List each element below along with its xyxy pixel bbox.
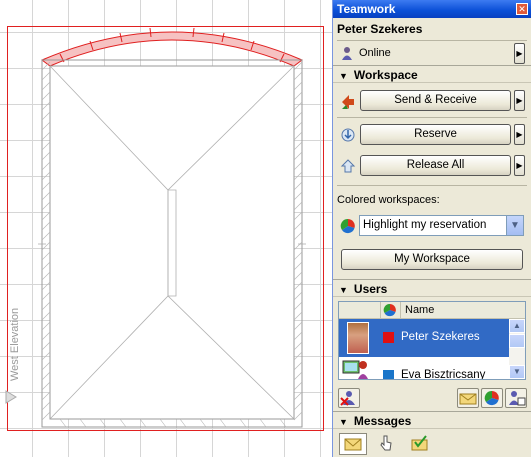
hand-pointer-icon [380, 435, 392, 451]
arch-top [41, 31, 303, 67]
reserve-icon [340, 127, 356, 143]
user-row[interactable]: Eva Bisztricsany [339, 357, 511, 380]
colored-workspaces-label: Colored workspaces: [337, 194, 440, 206]
scroll-down-icon[interactable]: ▼ [509, 365, 525, 379]
user-color-swatch [383, 332, 394, 343]
name-column-header[interactable]: Name [401, 302, 525, 319]
remove-user-button[interactable] [338, 388, 360, 408]
color-column-header[interactable] [381, 302, 401, 319]
close-icon[interactable]: ✕ [516, 3, 528, 15]
user-name: Peter Szekeres [337, 22, 423, 36]
status-menu-button[interactable]: ▶ [514, 43, 525, 64]
send-receive-menu-button[interactable]: ▶ [514, 90, 525, 111]
color-wheel-icon [340, 218, 356, 234]
reserve-button[interactable]: Reserve [360, 124, 511, 145]
user-avatar [342, 359, 370, 379]
chevron-down-icon[interactable]: ▼ [506, 216, 523, 235]
reserve-menu-button[interactable]: ▶ [514, 124, 525, 145]
scroll-up-icon[interactable]: ▲ [509, 319, 525, 333]
drawing-canvas[interactable]: West Elevation [0, 0, 332, 457]
user-info-icon [509, 391, 526, 406]
palette-titlebar[interactable]: Teamwork ✕ [333, 0, 531, 18]
user-info-button[interactable] [505, 388, 527, 408]
name-column-label: Name [405, 304, 435, 316]
scroll-thumb[interactable] [509, 334, 525, 348]
elevation-label: West Elevation [9, 307, 21, 381]
envelope-icon [344, 438, 362, 451]
elevation-drawing [5, 26, 324, 431]
user-name-cell: Eva Bisztricsany [401, 369, 486, 380]
sent-tab[interactable] [373, 433, 401, 455]
workspace-heading: Workspace [353, 68, 418, 82]
users-scrollbar[interactable]: ▲ ▼ [509, 319, 525, 379]
colored-workspaces-select[interactable]: Highlight my reservation ▼ [359, 215, 524, 236]
color-wheel-icon [484, 390, 499, 406]
messages-heading: Messages [353, 414, 412, 428]
user-row[interactable]: Peter Szekeres [339, 319, 511, 357]
workspace-section-header[interactable]: ▼ Workspace [333, 65, 531, 83]
release-icon [340, 158, 356, 174]
release-all-menu-button[interactable]: ▶ [514, 155, 525, 176]
palette-title: Teamwork [337, 2, 396, 16]
user-name-cell: Peter Szekeres [401, 331, 480, 343]
users-section-header[interactable]: ▼ Users [333, 279, 531, 297]
remove-user-icon [340, 391, 355, 406]
status-text: Online [359, 47, 391, 59]
avatar-column-header[interactable] [339, 302, 381, 319]
user-color-button[interactable] [481, 388, 503, 408]
release-all-button[interactable]: Release All [360, 155, 511, 176]
messages-section-header[interactable]: ▼ Messages [333, 411, 531, 429]
envelope-check-icon [411, 435, 428, 451]
envelope-icon [459, 393, 477, 405]
user-status-icon [339, 45, 355, 61]
my-workspace-button[interactable]: My Workspace [341, 249, 523, 270]
send-receive-icon [340, 93, 356, 109]
user-color-swatch [383, 370, 394, 379]
inbox-tab[interactable] [339, 433, 367, 455]
teamwork-palette: Teamwork ✕ Peter Szekeres Online ▶ ▼ Work… [332, 0, 531, 457]
send-receive-button[interactable]: Send & Receive [360, 90, 511, 111]
users-table[interactable]: Name Peter Szekeres Eva Bisztricsany ▲ ▼ [338, 301, 526, 380]
user-avatar [347, 322, 369, 354]
done-tab[interactable] [407, 433, 435, 455]
send-message-button[interactable] [457, 388, 479, 408]
colored-workspaces-value: Highlight my reservation [363, 219, 487, 231]
color-wheel-icon [383, 303, 396, 317]
users-heading: Users [353, 282, 388, 296]
